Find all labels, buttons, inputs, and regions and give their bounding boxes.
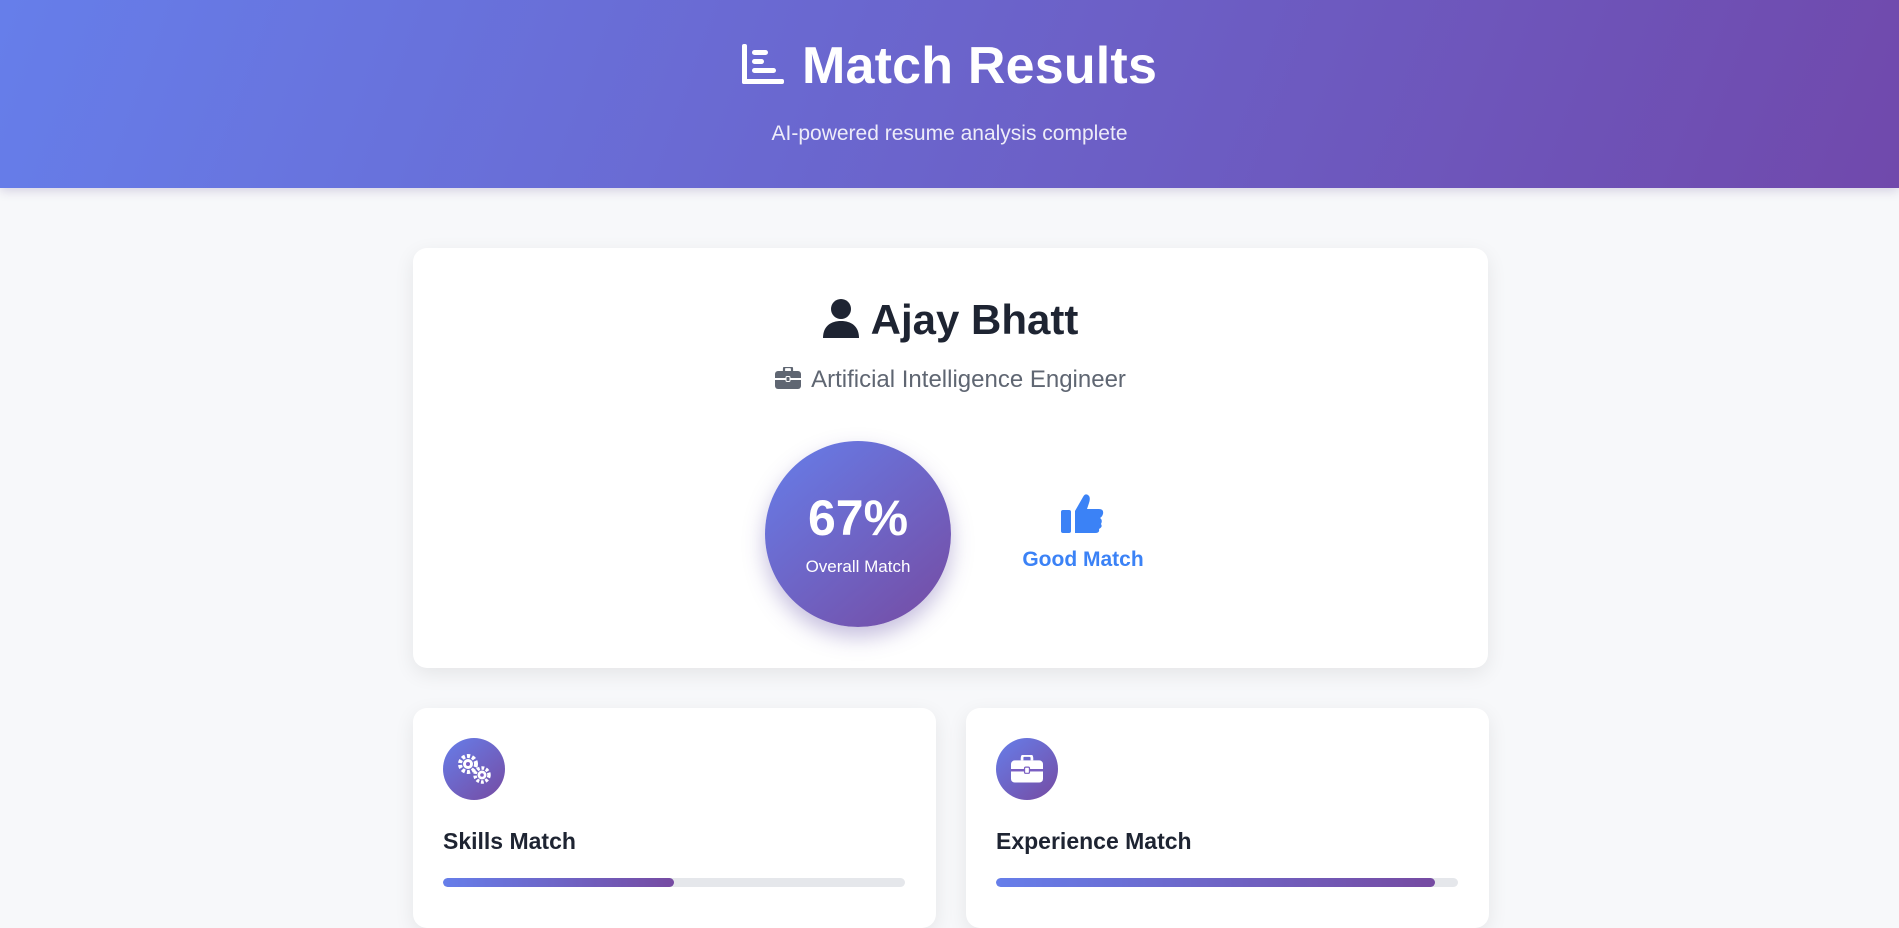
briefcase-icon <box>996 738 1058 800</box>
verdict-label: Good Match <box>1022 548 1144 571</box>
briefcase-icon <box>775 365 802 394</box>
candidate-name-row: Ajay Bhatt <box>822 296 1079 344</box>
match-verdict: Good Match <box>1013 493 1153 572</box>
page-subtitle: AI-powered resume analysis complete <box>771 122 1128 145</box>
skills-match-title: Skills Match <box>443 828 576 854</box>
experience-match-bar <box>996 878 1458 887</box>
candidate-role-row: Artificial Intelligence Engineer <box>413 365 1488 394</box>
title-row: Match Results <box>741 36 1158 96</box>
experience-match-bar-fill <box>996 878 1435 887</box>
skills-match-card: Skills Match <box>413 708 936 928</box>
chart-bar-icon <box>741 43 784 89</box>
experience-match-card: Experience Match <box>966 708 1489 928</box>
skills-match-bar-fill <box>443 878 674 887</box>
candidate-card: Ajay Bhatt Artificial Intelligence Engin… <box>413 248 1488 668</box>
overall-score-circle: 67% Overall Match <box>765 441 951 627</box>
user-icon <box>822 298 859 343</box>
thumbs-up-icon <box>1061 494 1105 537</box>
page-title: Match Results <box>801 37 1158 95</box>
candidate-name: Ajay Bhatt <box>870 296 1079 343</box>
skills-match-bar <box>443 878 905 887</box>
overall-score-value: 67% <box>807 490 909 546</box>
candidate-role: Artificial Intelligence Engineer <box>811 366 1126 393</box>
gears-icon <box>443 738 505 800</box>
overall-score-label: Overall Match <box>805 557 911 576</box>
page-header: Match Results AI-powered resume analysis… <box>0 0 1899 188</box>
experience-match-title: Experience Match <box>996 828 1192 854</box>
